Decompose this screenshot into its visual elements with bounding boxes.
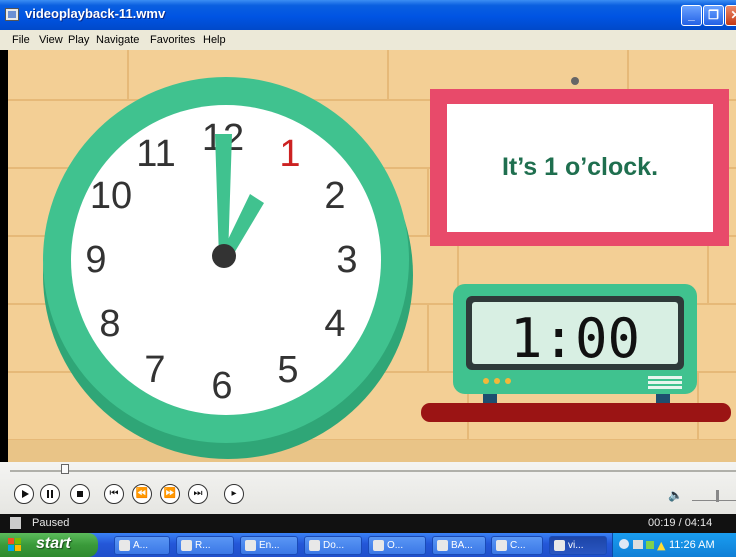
- taskbar-item[interactable]: C...: [491, 536, 543, 555]
- clock-number-4: 4: [324, 303, 345, 345]
- taskbar-item[interactable]: En...: [240, 536, 298, 555]
- clock-number-5: 5: [277, 349, 298, 391]
- tray-clock: 11:26 AM: [669, 539, 715, 551]
- window-title: videoplayback-11.wmv: [25, 6, 166, 21]
- system-tray: ▲ 11:26 AM: [612, 533, 736, 557]
- taskbar: start A... R... En... Do... O... BA... C…: [0, 533, 736, 557]
- signal-icon[interactable]: [646, 541, 654, 549]
- close-icon: ✕: [730, 8, 736, 22]
- menu-favorites[interactable]: Favorites: [150, 34, 195, 46]
- playback-state: Paused: [32, 517, 70, 529]
- volume-slider[interactable]: [692, 500, 736, 501]
- menu-bar: File View Play Navigate Favorites Help: [0, 30, 736, 50]
- media-player-icon: [554, 540, 565, 551]
- taskbar-item-active[interactable]: vi...: [549, 536, 607, 555]
- frame-step-icon: ▸: [231, 488, 237, 499]
- caption-board: It’s 1 o’clock.: [430, 77, 729, 246]
- stop-button[interactable]: [70, 484, 90, 504]
- seek-bar[interactable]: [10, 470, 736, 472]
- taskbar-item[interactable]: O...: [368, 536, 426, 555]
- menu-help[interactable]: Help: [203, 34, 226, 46]
- caption-text: It’s 1 o’clock.: [502, 153, 658, 181]
- windows-flag-icon: [8, 538, 21, 551]
- document-icon: [181, 540, 192, 551]
- document-icon: [437, 540, 448, 551]
- clock-number-11: 11: [136, 133, 175, 175]
- playback-controls: ⏮ ⏪ ⏩ ⏭ ▸ 🔈: [0, 462, 736, 514]
- start-button[interactable]: start: [0, 533, 98, 557]
- playback-time: 00:19 / 04:14: [648, 517, 713, 529]
- maximize-button[interactable]: ❐: [703, 5, 724, 26]
- app-icon: [5, 8, 19, 21]
- status-bar: Paused 00:19 / 04:14: [0, 514, 736, 533]
- fast-forward-icon: ⏩: [163, 488, 177, 499]
- rewind-button[interactable]: ⏪: [132, 484, 152, 504]
- shelf: [421, 403, 731, 422]
- clock-number-8: 8: [99, 303, 120, 345]
- app-icon: [373, 540, 384, 551]
- start-label: start: [36, 535, 71, 552]
- previous-button[interactable]: ⏮: [104, 484, 124, 504]
- next-button[interactable]: ⏭: [188, 484, 208, 504]
- clock-number-9: 9: [85, 239, 106, 281]
- seek-thumb[interactable]: [61, 464, 70, 474]
- taskbar-item[interactable]: Do...: [304, 536, 362, 555]
- taskbar-item[interactable]: BA...: [432, 536, 486, 555]
- clock-number-6: 6: [211, 365, 232, 407]
- fast-forward-button[interactable]: ⏩: [160, 484, 180, 504]
- browser-icon: [245, 540, 256, 551]
- status-icon: [10, 517, 21, 529]
- menu-file[interactable]: File: [12, 34, 30, 46]
- minimize-button[interactable]: _: [681, 5, 702, 26]
- frame-step-button[interactable]: ▸: [224, 484, 244, 504]
- clock-number-1: 1: [279, 133, 300, 175]
- menu-view[interactable]: View: [39, 34, 63, 46]
- title-bar[interactable]: videoplayback-11.wmv _ ❐ ✕: [0, 0, 736, 30]
- taskbar-item[interactable]: A...: [114, 536, 170, 555]
- video-frame[interactable]: 12 1 2 3 4 5 6 7 8 9 10 11 It’s 1 o’cloc…: [8, 50, 736, 462]
- clock-number-10: 10: [90, 175, 132, 217]
- clock-number-3: 3: [336, 239, 357, 281]
- app-icon: [119, 540, 130, 551]
- next-icon: ⏭: [193, 488, 203, 499]
- clock-number-2: 2: [324, 175, 345, 217]
- document-icon: [309, 540, 320, 551]
- clock-number-7: 7: [144, 349, 165, 391]
- analog-clock: 12 1 2 3 4 5 6 7 8 9 10 11: [43, 77, 413, 459]
- speaker-icon[interactable]: 🔈: [668, 488, 683, 502]
- taskbar-item[interactable]: R...: [176, 536, 234, 555]
- close-button[interactable]: ✕: [725, 5, 736, 26]
- pause-button[interactable]: [40, 484, 60, 504]
- rewind-icon: ⏪: [135, 488, 149, 499]
- restore-icon: ❐: [708, 8, 719, 22]
- clock-center: [212, 244, 236, 268]
- menu-navigate[interactable]: Navigate: [96, 34, 139, 46]
- tray-chevron-icon[interactable]: [619, 539, 629, 549]
- play-button[interactable]: [14, 484, 34, 504]
- previous-icon: ⏮: [109, 488, 119, 499]
- digital-clock: 1:00: [453, 284, 697, 404]
- network-icon[interactable]: [633, 540, 643, 549]
- warning-icon[interactable]: ▲: [657, 539, 665, 552]
- minimize-icon: _: [688, 8, 695, 22]
- document-icon: [496, 540, 507, 551]
- digital-time: 1:00: [510, 307, 640, 370]
- menu-play[interactable]: Play: [68, 34, 89, 46]
- volume-thumb[interactable]: [716, 490, 719, 502]
